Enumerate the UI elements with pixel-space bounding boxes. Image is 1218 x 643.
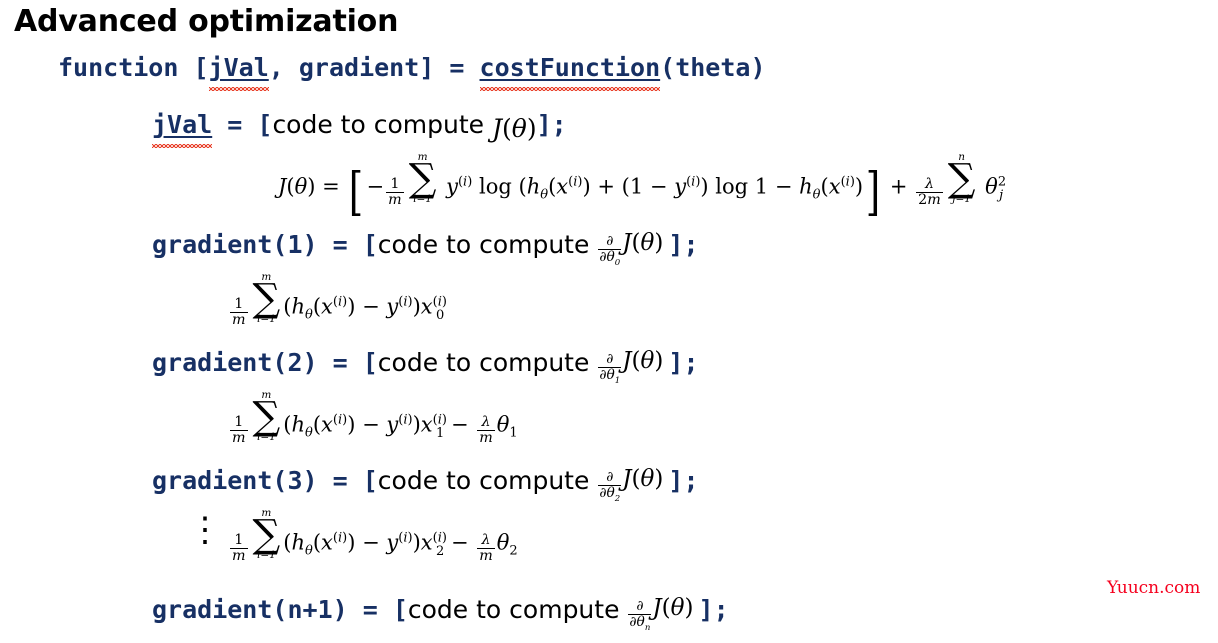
jval-open-bracket: [ bbox=[257, 110, 273, 139]
output-var-gradient: gradient bbox=[298, 53, 420, 82]
gradient-2-formula: 1 m m ∑ i=1 (hθ(x(i)) − y(i))x(i)1 − λ m θ1 bbox=[230, 389, 518, 446]
g3-reg-theta-subscript: 2 bbox=[509, 543, 518, 559]
pd-3-index: 2 bbox=[614, 493, 621, 504]
gradient-1-open-bracket: [ bbox=[362, 230, 378, 259]
pd-n1-denominator: ∂θ bbox=[629, 613, 645, 630]
vertical-ellipsis: ⋮ bbox=[188, 510, 222, 550]
gradient-1-close-bracket: ] bbox=[668, 230, 684, 259]
gradient-1-prose: code to compute bbox=[377, 230, 598, 259]
open-bracket: [ bbox=[193, 53, 209, 82]
gradient-line-1: gradient(1) = [code to compute ∂ ∂θ0 J(θ) … bbox=[152, 230, 699, 268]
jval-semicolon: ; bbox=[551, 110, 567, 139]
g3-frac-den: m bbox=[230, 547, 248, 564]
function-args: (theta) bbox=[660, 53, 766, 82]
gradient-3-semicolon: ; bbox=[683, 466, 699, 495]
gradient-1-partial-derivative: ∂ ∂θ0 J(θ) bbox=[598, 230, 664, 268]
gradient-3-prose: code to compute bbox=[377, 466, 598, 495]
pd-2-index: 1 bbox=[614, 375, 621, 386]
gradient-n1-partial-derivative: ∂ ∂θn J(θ) bbox=[628, 595, 694, 633]
gradient-line-n1: gradient(n+1) = [code to compute ∂ ∂θn J(θ… bbox=[152, 595, 729, 633]
pd-3-numerator: ∂ bbox=[606, 468, 614, 485]
gradient-3-partial-derivative: ∂ ∂θ2 J(θ) bbox=[598, 466, 664, 504]
gradient-2-name: gradient(2) bbox=[152, 348, 318, 377]
close-bracket: ] bbox=[419, 53, 435, 82]
gradient-3-formula: 1 m m ∑ i=1 (hθ(x(i)) − y(i))x(i)2 − λ m θ2 bbox=[230, 507, 518, 564]
gradient-3-close-bracket: ] bbox=[668, 466, 684, 495]
gradient-n1-name: gradient(n+1) bbox=[152, 595, 348, 624]
signature-space bbox=[178, 53, 193, 82]
pd-1-index: 0 bbox=[614, 257, 621, 268]
g3-reg-num: λ bbox=[481, 531, 491, 548]
jval-prose: code to compute bbox=[272, 110, 492, 139]
pd-n1-index: n bbox=[644, 622, 651, 633]
pd-2-denominator: ∂θ bbox=[599, 366, 615, 383]
gradient-n1-semicolon: ; bbox=[713, 595, 729, 624]
gradient-n1-equals: = bbox=[347, 595, 393, 624]
gradient-line-2: gradient(2) = [code to compute ∂ ∂θ1 J(θ) … bbox=[152, 348, 699, 386]
g3-x-subscript: 2 bbox=[435, 543, 445, 559]
g2-frac-num: 1 bbox=[234, 413, 244, 430]
gradient-3-name: gradient(3) bbox=[152, 466, 318, 495]
pd-1-denominator: ∂θ bbox=[599, 248, 615, 265]
pd-3-denominator: ∂θ bbox=[599, 484, 615, 501]
gradient-2-partial-derivative: ∂ ∂θ1 J(θ) bbox=[598, 348, 664, 386]
gradient-line-3: gradient(3) = [code to compute ∂ ∂θ2 J(θ) … bbox=[152, 466, 699, 504]
gradient-3-equals: = bbox=[317, 466, 363, 495]
page-title: Advanced optimization bbox=[14, 4, 399, 39]
g2-reg-den: m bbox=[477, 429, 495, 446]
gradient-3-open-bracket: [ bbox=[362, 466, 378, 495]
gradient-2-prose: code to compute bbox=[377, 348, 598, 377]
gradient-2-open-bracket: [ bbox=[362, 348, 378, 377]
gradient-n1-close-bracket: ] bbox=[698, 595, 714, 624]
jval-line: jVal = [code to compute J(θ)]; bbox=[152, 112, 567, 141]
gradient-1-semicolon: ; bbox=[683, 230, 699, 259]
gradient-n1-prose: code to compute bbox=[407, 595, 628, 624]
jval-math-j-theta: J(θ) bbox=[491, 114, 537, 143]
equals-sign: = bbox=[434, 53, 480, 82]
gradient-2-semicolon: ; bbox=[683, 348, 699, 377]
pd-1-numerator: ∂ bbox=[606, 232, 614, 249]
jval-close-bracket: ] bbox=[536, 110, 552, 139]
pd-2-numerator: ∂ bbox=[606, 350, 614, 367]
output-var-jval: jVal bbox=[208, 53, 269, 82]
g2-frac-den: m bbox=[230, 429, 248, 446]
g1-frac-num: 1 bbox=[234, 295, 244, 312]
gradient-1-name: gradient(1) bbox=[152, 230, 318, 259]
gradient-n1-open-bracket: [ bbox=[392, 595, 408, 624]
gradient-2-close-bracket: ] bbox=[668, 348, 684, 377]
g1-x-subscript: 0 bbox=[435, 307, 445, 323]
g3-frac-num: 1 bbox=[234, 531, 244, 548]
g2-reg-theta-subscript: 1 bbox=[509, 425, 518, 441]
g2-reg-num: λ bbox=[481, 413, 491, 430]
g3-reg-den: m bbox=[477, 547, 495, 564]
g2-x-subscript: 1 bbox=[435, 425, 445, 441]
cost-function-formula: J(θ) = [−1 m m ∑ i=1 y(i) log (hθ(x(i)) + (1… bbox=[278, 151, 1007, 222]
g1-frac-den: m bbox=[230, 311, 248, 328]
gradient-2-equals: = bbox=[317, 348, 363, 377]
watermark: Yuucn.com bbox=[1107, 578, 1201, 598]
function-signature-line: function [jVal, gradient] = costFunction… bbox=[58, 55, 766, 80]
jval-equals: = bbox=[212, 110, 258, 139]
pd-n1-numerator: ∂ bbox=[636, 597, 644, 614]
gradient-1-formula: 1 m m ∑ i=1 (hθ(x(i)) − y(i))x(i)0 bbox=[230, 271, 447, 328]
gradient-1-equals: = bbox=[317, 230, 363, 259]
keyword-function: function bbox=[58, 53, 179, 82]
jval-variable: jVal bbox=[152, 110, 213, 139]
signature-comma: , bbox=[268, 53, 299, 82]
function-name-costfunction: costFunction bbox=[479, 53, 661, 82]
